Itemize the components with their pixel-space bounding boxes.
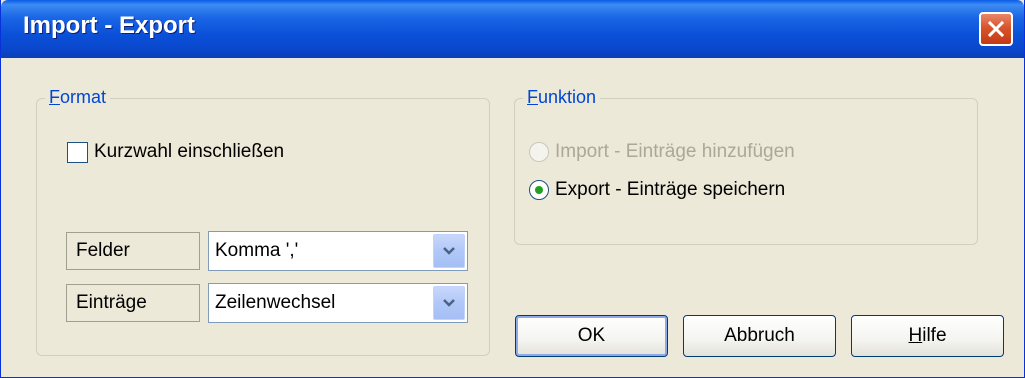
entries-label: Einträge xyxy=(66,284,200,322)
entries-separator-value: Zeilenwechsel xyxy=(215,292,336,313)
entries-dropdown-button[interactable] xyxy=(433,286,465,320)
help-button[interactable]: Hilfe xyxy=(851,315,1004,357)
include-shortcuts-checkbox-row[interactable]: Kurzwahl einschließen xyxy=(67,141,284,163)
export-radio-label[interactable]: Export - Einträge speichern xyxy=(555,179,785,201)
close-icon xyxy=(987,20,1005,38)
import-radio-label: Import - Einträge hinzufügen xyxy=(555,141,795,162)
export-radio[interactable] xyxy=(529,180,549,200)
import-export-dialog: Import - Export Format Kurzwahl einschli… xyxy=(0,0,1025,378)
cancel-button[interactable]: Abbruch xyxy=(683,315,836,357)
export-radio-row[interactable]: Export - Einträge speichern xyxy=(529,179,785,201)
function-group-legend: Funktion xyxy=(523,87,601,108)
fields-row: Felder Komma ',' xyxy=(66,231,468,271)
entries-row: Einträge Zeilenwechsel xyxy=(66,283,468,323)
fields-separator-select[interactable]: Komma ',' xyxy=(208,231,468,271)
fields-label: Felder xyxy=(66,232,200,270)
fields-separator-value: Komma ',' xyxy=(215,240,299,261)
format-group: Format Kurzwahl einschließen Felder Komm… xyxy=(36,87,490,356)
ok-button[interactable]: OK xyxy=(515,315,668,357)
dialog-body: Format Kurzwahl einschließen Felder Komm… xyxy=(4,58,1021,375)
function-group: Funktion Import - Einträge hinzufügen Ex… xyxy=(514,87,978,245)
chevron-down-icon xyxy=(443,247,455,255)
entries-separator-select[interactable]: Zeilenwechsel xyxy=(208,283,468,323)
window-title: Import - Export xyxy=(23,12,195,39)
import-radio xyxy=(529,142,549,162)
format-group-legend: Format xyxy=(45,87,111,108)
import-radio-row: Import - Einträge hinzufügen xyxy=(529,141,795,163)
close-button[interactable] xyxy=(979,12,1013,46)
chevron-down-icon xyxy=(443,299,455,307)
include-shortcuts-label[interactable]: Kurzwahl einschließen xyxy=(94,141,284,163)
title-bar[interactable]: Import - Export xyxy=(1,0,1024,58)
include-shortcuts-checkbox[interactable] xyxy=(67,141,88,163)
radio-selected-dot xyxy=(535,186,543,194)
fields-dropdown-button[interactable] xyxy=(433,234,465,268)
